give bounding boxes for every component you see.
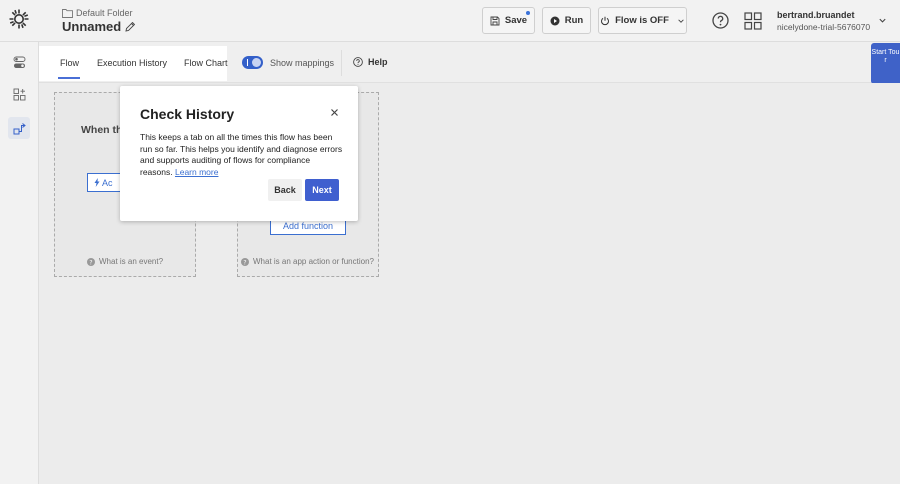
add-apps-icon: [13, 88, 25, 100]
popover-body: This keeps a tab on all the times this f…: [140, 132, 345, 179]
event-node-heading: When th: [81, 124, 123, 136]
event-hint-text: What is an event?: [99, 257, 164, 266]
popover-title: Check History: [140, 106, 235, 122]
sidebar-item-apps[interactable]: [8, 83, 30, 105]
chevron-down-icon: [678, 18, 684, 23]
save-icon: [490, 16, 500, 25]
tab-flow-chart[interactable]: Flow Chart: [184, 58, 228, 68]
back-button[interactable]: Back: [268, 179, 302, 201]
question-circle-icon: ?: [241, 257, 249, 266]
play-circle-icon: [550, 16, 560, 25]
flow-status-button[interactable]: Flow is OFF: [598, 7, 687, 34]
help-button[interactable]: Help: [353, 57, 388, 67]
unsaved-indicator: [526, 11, 530, 15]
flow-tab-bar: Flow Execution History Flow Chart Show m…: [39, 42, 900, 83]
apps-grid-icon[interactable]: [744, 12, 762, 30]
toggle-knob: [252, 58, 261, 67]
flow-status-label: Flow is OFF: [615, 15, 669, 26]
power-icon: [601, 16, 610, 25]
action-hint-text: What is an app action or function?: [253, 257, 374, 266]
action-help-hint[interactable]: ? What is an app action or function?: [241, 257, 374, 266]
top-header: Default Folder Unnamed Save Run Flow is …: [0, 0, 900, 42]
breadcrumb[interactable]: Default Folder: [62, 8, 133, 18]
start-tour-button[interactable]: Start Tour: [871, 43, 900, 84]
save-label: Save: [504, 15, 528, 26]
active-tab-indicator: [58, 77, 80, 79]
check-history-popover: Check History This keeps a tab on all th…: [120, 86, 358, 221]
left-sidebar: [0, 42, 39, 484]
add-event-label: Ac: [102, 177, 113, 188]
help-circle-icon[interactable]: [712, 12, 729, 29]
tab-execution-history[interactable]: Execution History: [97, 58, 167, 68]
run-button[interactable]: Run: [542, 7, 591, 34]
app-logo-icon[interactable]: [8, 8, 30, 30]
sidebar-item-flows[interactable]: [8, 117, 30, 139]
user-org[interactable]: nicelydone-trial-5676070: [777, 22, 870, 32]
question-circle-icon: ?: [87, 257, 95, 266]
run-label: Run: [564, 15, 584, 26]
help-label: Help: [368, 57, 388, 67]
show-mappings-toggle[interactable]: [242, 56, 263, 69]
svg-text:?: ?: [89, 259, 92, 266]
save-button[interactable]: Save: [482, 7, 535, 34]
user-name[interactable]: bertrand.bruandet: [777, 10, 855, 20]
event-help-hint[interactable]: ? What is an event?: [87, 257, 163, 266]
close-icon[interactable]: [330, 108, 339, 117]
svg-text:?: ?: [243, 259, 246, 266]
toggle-on-mark: [247, 59, 248, 66]
flow-builder-icon: [13, 122, 26, 134]
folder-name[interactable]: Default Folder: [76, 8, 133, 18]
toggle-switch-icon: [13, 56, 25, 68]
chevron-down-icon[interactable]: [878, 16, 887, 25]
learn-more-link[interactable]: Learn more: [175, 167, 218, 177]
divider: [341, 50, 342, 76]
show-mappings-label[interactable]: Show mappings: [270, 58, 334, 68]
edit-pencil-icon[interactable]: [125, 21, 136, 32]
flow-title[interactable]: Unnamed: [62, 19, 136, 34]
flow-name[interactable]: Unnamed: [62, 19, 121, 34]
help-circle-icon: [353, 57, 363, 67]
sidebar-item-toggles[interactable]: [8, 51, 30, 73]
popover-body-text: This keeps a tab on all the times this f…: [140, 132, 343, 178]
folder-icon: [62, 9, 73, 18]
tab-flow[interactable]: Flow: [60, 58, 79, 68]
lightning-icon: [94, 178, 100, 187]
next-button[interactable]: Next: [305, 179, 339, 201]
